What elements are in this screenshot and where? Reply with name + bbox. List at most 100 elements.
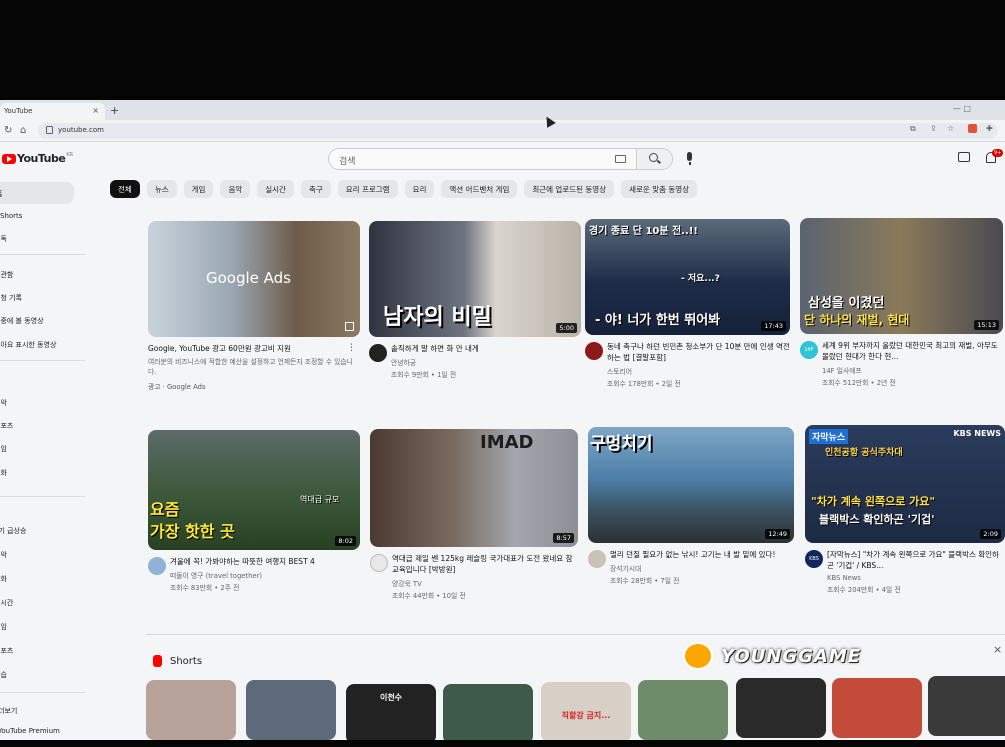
video-title[interactable]: 겨울에 꼭! 가봐야하는 따뜻한 여행지 BEST 4 [170, 556, 360, 567]
chip-gaming[interactable]: 게임 [183, 180, 214, 198]
sidebar-item-gaming[interactable]: 게임 [0, 444, 7, 454]
tab-close-icon[interactable]: × [92, 106, 99, 115]
channel-name[interactable]: 양강욱 TV [392, 578, 578, 588]
short-card[interactable]: 직할강 금지... [541, 682, 631, 740]
youtube-header: YouTube KR 검색 9+ [0, 142, 1005, 178]
chip-all[interactable]: 전체 [110, 180, 140, 198]
video-thumbnail[interactable]: 자막뉴스 인천공항 공식주차대 KBS NEWS "차가 계속 왼쪽으로 가요"… [805, 425, 1005, 543]
sidebar-item-shorts[interactable]: Shorts [0, 212, 22, 220]
mic-icon[interactable] [684, 152, 696, 166]
puzzle-icon[interactable]: ✚ [986, 124, 993, 133]
chip-cooking[interactable]: 요리 [404, 180, 435, 198]
video-card[interactable]: 자막뉴스 인천공항 공식주차대 KBS NEWS "차가 계속 왼쪽으로 가요"… [805, 425, 1005, 594]
new-tab-button[interactable]: + [110, 104, 119, 117]
video-thumbnail[interactable]: 경기 종료 단 10분 전..!! - 저요...? - 야! 너가 한번 뛰어… [585, 219, 790, 335]
sidebar-item-live[interactable]: 실시간 [0, 598, 13, 608]
video-title[interactable]: 역대급 제일 쎈 125kg 레슬링 국가대표가 도전 왔네요 참교육입니다 [… [392, 553, 578, 575]
sidebar-item-movies[interactable]: 영화 [0, 468, 7, 478]
channel-avatar[interactable] [370, 554, 388, 572]
sidebar-item-gaming-2[interactable]: 게임 [0, 622, 7, 632]
sidebar-item-subscriptions[interactable]: 구독 [0, 234, 7, 244]
video-card[interactable]: 경기 종료 단 10분 전..!! - 저요...? - 야! 너가 한번 뛰어… [585, 219, 790, 388]
video-title[interactable]: Google, YouTube 광고 60만원 광고비 지원 [148, 343, 360, 354]
video-card[interactable]: 남자의 비밀 5:00 솔직하게 말 하면 화 안 내게 안녕하궁 조회수 9만… [369, 221, 581, 379]
sidebar-item-premium[interactable]: YouTube Premium [0, 727, 60, 735]
reload-icon[interactable]: ↻ [4, 125, 12, 136]
video-card[interactable]: 요즘 가장 핫한 곳 역대급 규모 8:02 겨울에 꼭! 가봐야하는 따뜻한 … [148, 430, 360, 592]
short-card[interactable] [928, 676, 1005, 736]
sidebar-item-trending[interactable]: 인기 급상승 [0, 526, 26, 536]
sidebar-item-music[interactable]: 음악 [0, 398, 7, 408]
video-title[interactable]: 세계 9위 부자까지 올랐던 대한민국 최고의 재벌, 아무도 몰랐던 현대가 … [822, 340, 1003, 362]
video-card-ad[interactable]: Google Ads Google, YouTube 광고 60만원 광고비 지… [148, 221, 360, 391]
chip-live[interactable]: 실시간 [257, 180, 294, 198]
video-card[interactable]: 삼성을 이겼던 단 하나의 재벌, 현대 15:13 14F 세계 9위 부자까… [800, 218, 1003, 387]
chip-new-to-you[interactable]: 새로운 맞춤 동영상 [621, 180, 698, 198]
short-card[interactable] [443, 684, 533, 740]
video-thumbnail[interactable]: 남자의 비밀 5:00 [369, 221, 581, 337]
video-title[interactable]: 솔직하게 말 하면 화 안 내게 [391, 343, 581, 354]
sidebar-item-history[interactable]: 시청 기록 [0, 293, 22, 303]
short-card[interactable] [246, 680, 336, 740]
channel-avatar[interactable] [148, 557, 166, 575]
channel-avatar[interactable] [588, 550, 606, 568]
search-box[interactable]: 검색 [328, 148, 673, 170]
sidebar-item-sports[interactable]: 스포츠 [0, 421, 13, 431]
sidebar-item-sports-2[interactable]: 스포츠 [0, 646, 13, 656]
channel-avatar[interactable] [585, 342, 603, 360]
browser-tab[interactable]: YouTube × [0, 103, 105, 120]
sidebar-item-music-2[interactable]: 음악 [0, 550, 7, 560]
chip-soccer[interactable]: 축구 [300, 180, 331, 198]
video-title[interactable]: 멀리 던질 필요가 없는 낚시! 고기는 내 발 밑에 있다! [610, 549, 794, 560]
short-card[interactable] [638, 680, 728, 740]
sidebar-item-library[interactable]: 보관함 [0, 270, 13, 280]
create-video-icon[interactable] [958, 152, 970, 162]
video-thumbnail[interactable]: Google Ads [148, 221, 360, 337]
search-button[interactable] [636, 149, 672, 169]
omnibox[interactable]: youtube.com [38, 123, 998, 139]
chip-news[interactable]: 뉴스 [146, 180, 177, 198]
chip-music[interactable]: 음악 [220, 180, 251, 198]
sidebar-item-home[interactable]: 홈 [0, 182, 74, 204]
youtube-logo[interactable]: YouTube KR [2, 152, 73, 165]
video-card[interactable]: IMAD 8:57 역대급 제일 쎈 125kg 레슬링 국가대표가 도전 왔네… [370, 429, 578, 600]
sidebar-item-movies-2[interactable]: 영화 [0, 574, 7, 584]
channel-name[interactable]: 장석기시대 [610, 563, 794, 573]
more-options-icon[interactable]: ⋮ [347, 343, 356, 353]
video-title[interactable]: [자막뉴스] "차가 계속 왼쪽으로 가요" 블랙박스 확인하곤 '기겁' / … [827, 549, 1005, 571]
sidebar-item-learning[interactable]: 학습 [0, 670, 7, 680]
short-card[interactable] [832, 678, 922, 738]
extension-icon[interactable] [968, 124, 977, 133]
search-input[interactable]: 검색 [339, 154, 356, 167]
sidebar-item-more[interactable]: 더보기 [0, 706, 17, 716]
channel-name[interactable]: 안녕하궁 [391, 357, 581, 367]
home-icon[interactable]: ⌂ [20, 125, 26, 136]
install-icon[interactable]: ⧉ [910, 124, 916, 134]
sidebar-item-watch-later[interactable]: 나중에 볼 동영상 [0, 316, 44, 326]
video-thumbnail[interactable]: IMAD 8:57 [370, 429, 578, 547]
channel-name[interactable]: 떠돌이 영구 (travel together) [170, 570, 360, 580]
chip-recently-uploaded[interactable]: 최근에 업로드된 동영상 [524, 180, 615, 198]
channel-avatar[interactable]: KBS [805, 550, 823, 568]
keyboard-icon[interactable] [615, 155, 626, 163]
chip-action-adventure[interactable]: 액션 어드벤처 게임 [441, 180, 518, 198]
video-title[interactable]: 동네 축구나 하던 빈민촌 청소부가 단 10분 만에 인생 역전하는 법 [결… [607, 341, 790, 363]
video-thumbnail[interactable]: 삼성을 이겼던 단 하나의 재벌, 현대 15:13 [800, 218, 1003, 334]
channel-avatar[interactable] [369, 344, 387, 362]
short-card[interactable]: 이천수 [346, 684, 436, 740]
chip-cooking-show[interactable]: 요리 프로그램 [337, 180, 398, 198]
channel-avatar[interactable]: 14F [800, 341, 818, 359]
channel-name[interactable]: 스토리어 [607, 366, 790, 376]
shorts-close-icon[interactable]: × [993, 643, 1002, 656]
video-thumbnail[interactable]: 요즘 가장 핫한 곳 역대급 규모 8:02 [148, 430, 360, 550]
share-icon[interactable]: ⇪ [930, 124, 937, 133]
window-controls[interactable]: — □ [953, 104, 971, 113]
bookmark-star-icon[interactable]: ☆ [947, 124, 954, 133]
video-card[interactable]: 구멍치기 12:49 멀리 던질 필요가 없는 낚시! 고기는 내 발 밑에 있… [588, 427, 794, 585]
short-card[interactable] [736, 678, 826, 738]
channel-name[interactable]: KBS News [827, 574, 1005, 582]
sidebar-item-liked[interactable]: 좋아요 표시한 동영상 [0, 340, 56, 350]
channel-name[interactable]: 14F 일사에프 [822, 365, 1003, 375]
video-thumbnail[interactable]: 구멍치기 12:49 [588, 427, 794, 543]
short-card[interactable] [146, 680, 236, 740]
